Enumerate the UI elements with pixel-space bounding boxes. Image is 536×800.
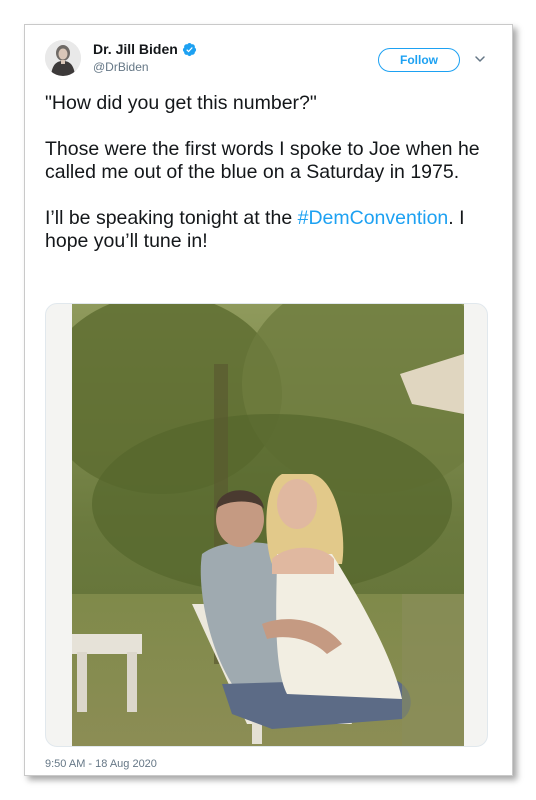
author-info: Dr. Jill Biden @DrBiden (93, 41, 197, 74)
verified-badge-icon (182, 42, 196, 56)
tweet-photo (72, 304, 464, 746)
follow-button[interactable]: Follow (378, 48, 460, 72)
tweet-timestamp[interactable]: 9:50 AM - 18 Aug 2020 (45, 758, 157, 770)
tweet-paragraph: Those were the first words I spoke to Jo… (45, 138, 480, 183)
avatar[interactable] (45, 40, 81, 76)
tweet-text-segment: I’ll be speaking tonight at the (45, 207, 298, 229)
hashtag-link[interactable]: #DemConvention (298, 207, 449, 229)
tweet-text: "How did you get this number?" Those wer… (45, 92, 485, 276)
tweet-media[interactable] (45, 303, 488, 747)
tweet-paragraph: "How did you get this number?" (45, 92, 317, 114)
tweet-card: Dr. Jill Biden @DrBiden Follow "How did … (24, 24, 513, 776)
tweet-paragraph: I’ll be speaking tonight at the #DemConv… (45, 207, 485, 253)
profile-photo-icon (45, 40, 81, 76)
author-handle[interactable]: @DrBiden (93, 60, 197, 74)
chevron-down-icon[interactable] (473, 52, 487, 66)
author-name-row[interactable]: Dr. Jill Biden (93, 41, 197, 57)
author-display-name: Dr. Jill Biden (93, 41, 178, 57)
